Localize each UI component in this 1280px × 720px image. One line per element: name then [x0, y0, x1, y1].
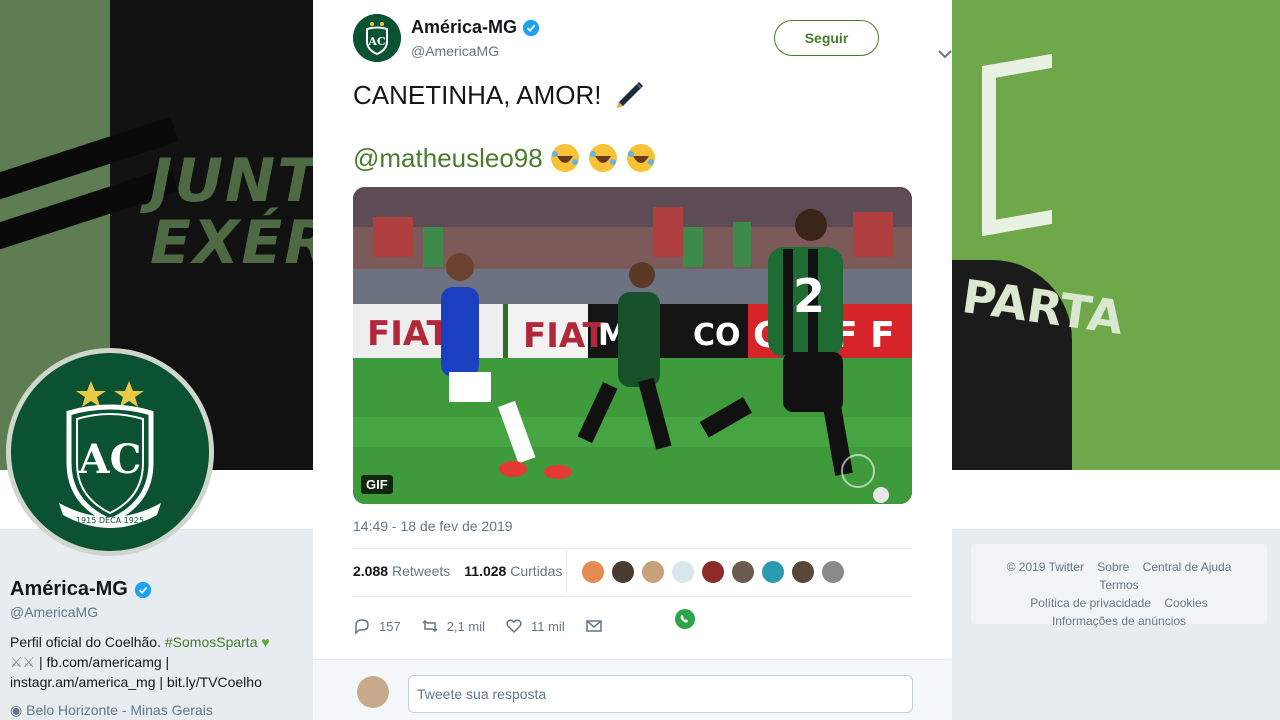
rofl-emoji-icon: [588, 144, 617, 172]
hashtag-link[interactable]: #SomosSparta: [165, 634, 258, 650]
direct-message-button[interactable]: [585, 617, 603, 635]
ad-board-text: FIAT: [367, 314, 451, 354]
footer-links: © 2019 Twitter Sobre Central de Ajuda Te…: [970, 543, 1268, 628]
tweet-timestamp[interactable]: 14:49 - 18 de fev de 2019: [353, 518, 513, 534]
author-name[interactable]: América-MG: [411, 17, 540, 38]
svg-text:AC: AC: [78, 436, 142, 483]
mention-link[interactable]: @matheusleo98: [353, 143, 543, 174]
shirt-logo: [982, 53, 1052, 237]
likers-avatars: [581, 560, 845, 584]
author-avatar[interactable]: AC: [353, 14, 401, 62]
location-icon: ◉: [10, 702, 23, 718]
liker-avatar[interactable]: [611, 560, 635, 584]
tweet-modal: AC América-MG @AmericaMG Seguir CANETINH…: [313, 0, 952, 720]
like-button[interactable]: 11 mil: [505, 617, 565, 635]
liker-avatar[interactable]: [671, 560, 695, 584]
jersey-number: 2: [793, 269, 825, 323]
chevron-down-icon[interactable]: [937, 48, 953, 60]
follow-button[interactable]: Seguir: [774, 20, 879, 56]
likes-stat[interactable]: 11.028 Curtidas: [464, 563, 562, 579]
tweet-text: CANETINHA, AMOR!: [353, 78, 645, 112]
liker-avatar[interactable]: [581, 560, 605, 584]
rofl-emoji-icon: [626, 144, 655, 172]
author-handle[interactable]: @AmericaMG: [411, 43, 499, 59]
liker-avatar[interactable]: [761, 560, 785, 584]
tweet-actions: 157 2,1 mil 11 mil: [353, 617, 623, 635]
profile-bio: Perfil oficial do Coelhão. #SomosSparta …: [10, 634, 270, 690]
verified-icon: [134, 581, 151, 598]
profile-name-link[interactable]: América-MG: [10, 578, 128, 601]
retweet-icon: [422, 619, 438, 633]
tweet-header: AC América-MG @AmericaMG Seguir: [353, 14, 952, 64]
club-crest-icon: AC 1915 DECA 1925: [59, 381, 161, 528]
reply-button[interactable]: 157: [353, 617, 401, 635]
profile-handle: @AmericaMG: [10, 604, 99, 620]
envelope-icon: [585, 620, 602, 632]
rofl-emoji-icon: [550, 144, 579, 172]
football-gif-image: FIAT FIAT M CO G F F 2: [353, 187, 912, 504]
gif-badge: GIF: [361, 475, 393, 494]
profile-location: ◉ Belo Horizonte - Minas Gerais: [10, 702, 213, 718]
footer-link[interactable]: Política de privacidade: [1030, 596, 1151, 610]
heart-icon: [506, 619, 522, 634]
banner-shirt: PARTA: [952, 0, 1280, 470]
reply-composer: [313, 659, 952, 720]
footer-link[interactable]: Termos: [1099, 578, 1138, 592]
profile-avatar[interactable]: AC 1915 DECA 1925: [6, 348, 214, 556]
liker-avatar[interactable]: [821, 560, 845, 584]
footer-copyright: © 2019 Twitter: [1006, 560, 1084, 574]
tweet-stats: 2.088 Retweets 11.028 Curtidas: [353, 563, 562, 579]
verified-icon: [522, 19, 540, 36]
profile-name: América-MG: [10, 578, 300, 601]
reply-icon: [355, 619, 369, 635]
footer-link[interactable]: Informações de anúncios: [1052, 614, 1186, 628]
user-avatar: [357, 676, 389, 708]
svg-text:1915 DECA 1925: 1915 DECA 1925: [76, 516, 144, 525]
footer-link[interactable]: Central de Ajuda: [1143, 560, 1232, 574]
club-crest-icon: AC: [353, 14, 401, 62]
bio-links[interactable]: instagr.am/america_mg | bit.ly/TVCoelho: [10, 674, 262, 690]
ad-board-text: FIAT: [523, 316, 607, 356]
footer-link[interactable]: Cookies: [1164, 596, 1207, 610]
divider: [353, 548, 912, 549]
liker-avatar[interactable]: [731, 560, 755, 584]
svg-text:AC: AC: [367, 35, 386, 48]
divider: [566, 550, 567, 594]
green-heart-icon: ♥: [261, 634, 270, 650]
profile-info: América-MG @AmericaMG Perfil oficial do …: [10, 578, 300, 719]
retweets-stat[interactable]: 2.088 Retweets: [353, 563, 450, 579]
facebook-link[interactable]: | fb.com/americamg |: [39, 654, 169, 670]
ad-board-text: CO: [693, 318, 741, 353]
liker-avatar[interactable]: [701, 560, 725, 584]
pen-emoji-icon: [617, 82, 644, 108]
footer-link[interactable]: Sobre: [1097, 560, 1129, 574]
crossed-swords-icon: ⚔⚔: [10, 654, 36, 670]
divider: [353, 596, 912, 597]
liker-avatar[interactable]: [791, 560, 815, 584]
retweet-button[interactable]: 2,1 mil: [421, 617, 485, 635]
reply-input[interactable]: [408, 675, 913, 713]
whatsapp-icon[interactable]: [674, 608, 696, 630]
tweet-mention-line: @matheusleo98: [353, 142, 657, 174]
liker-avatar[interactable]: [641, 560, 665, 584]
tweet-media-gif[interactable]: FIAT FIAT M CO G F F 2 GIF: [353, 187, 912, 504]
